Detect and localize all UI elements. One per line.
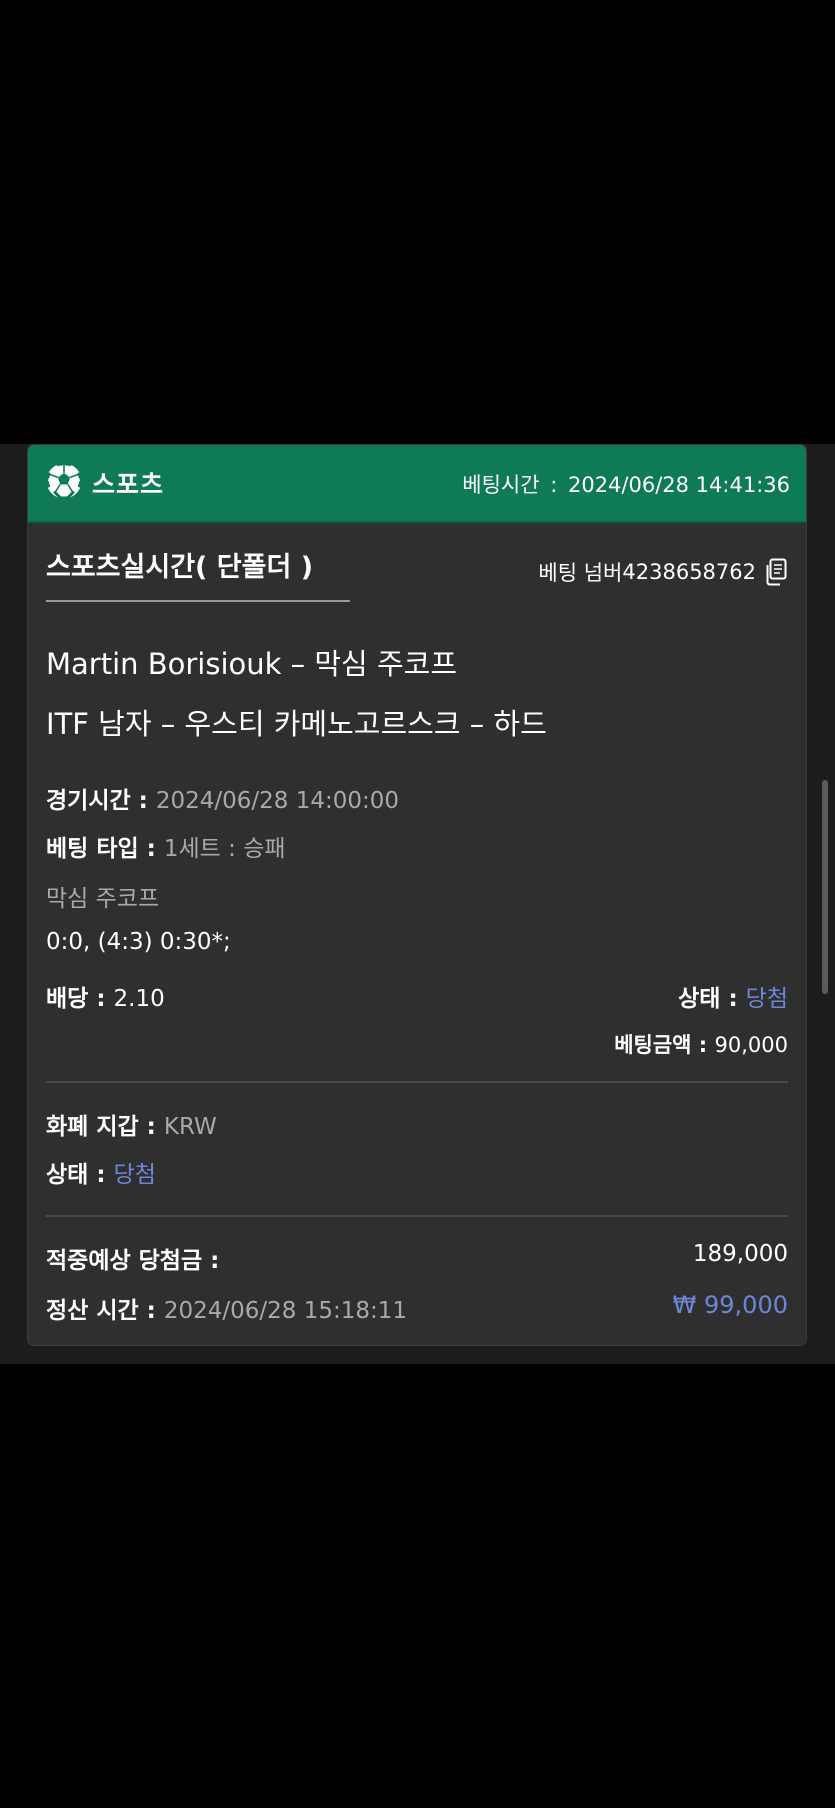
- bet-type-row: 베팅 타입 : 1세트 : 승패: [46, 829, 286, 863]
- bet-number: 베팅 넘버 4238658762: [538, 557, 788, 587]
- bet-slip-card: 스포츠 베팅시간 : 2024/06/28 14:41:36 스포츠실시간( 단…: [28, 445, 806, 1345]
- result-status-value: 당첨: [113, 1162, 156, 1188]
- pick-selection: 막심 주코프: [46, 886, 160, 912]
- soccer-ball-icon: [44, 461, 84, 500]
- odds-row: 배당 : 2.10: [46, 979, 165, 1013]
- bet-status-value: 당첨: [745, 986, 788, 1012]
- expected-winnings-row: 적중예상 당첨금 :: [46, 1241, 219, 1275]
- match-teams: Martin Borisiouk – 막심 주코프: [46, 647, 457, 681]
- game-time-value: 2024/06/28 14:00:00: [155, 788, 400, 814]
- bet-amount-label: 베팅금액 :: [614, 1033, 715, 1057]
- currency-value: KRW: [163, 1114, 217, 1140]
- bet-status-label: 상태 :: [678, 986, 746, 1012]
- score-info: 0:0, (4:3) 0:30*;: [46, 929, 231, 955]
- market-title: 스포츠실시간( 단폴더 ): [46, 552, 314, 583]
- category-title: 스포츠: [92, 470, 165, 499]
- bet-type-value: 1세트 : 승패: [163, 836, 286, 862]
- bet-number-value: 4238658762: [622, 560, 756, 584]
- settle-time-value: 2024/06/28 15:18:11: [163, 1298, 408, 1324]
- bet-time-value: 2024/06/28 14:41:36: [567, 473, 790, 497]
- expected-winnings-label: 적중예상 당첨금 :: [46, 1248, 220, 1274]
- settle-time-row: 정산 시간 : 2024/06/28 15:18:11: [46, 1291, 407, 1325]
- bet-amount-row: 베팅금액 : 90,000: [614, 1029, 788, 1059]
- card-header: 스포츠 베팅시간 : 2024/06/28 14:41:36: [28, 445, 806, 523]
- copy-icon[interactable]: [764, 558, 788, 586]
- market-title-underline: [46, 600, 350, 602]
- bet-number-label: 베팅 넘버: [538, 561, 623, 585]
- screen: 스포츠 베팅시간 : 2024/06/28 14:41:36 스포츠실시간( 단…: [0, 0, 835, 1808]
- bet-time-separator: :: [543, 473, 564, 497]
- game-time-label: 경기시간 :: [46, 788, 156, 814]
- bet-time-label: 베팅시간: [462, 473, 540, 497]
- settle-time-label: 정산 시간 :: [46, 1298, 164, 1324]
- match-league: ITF 남자 – 우스티 카메노고르스크 – 하드: [46, 707, 547, 741]
- profit-amount: ₩ 99,000: [672, 1291, 788, 1319]
- currency-label: 화폐 지갑 :: [46, 1114, 164, 1140]
- bet-time: 베팅시간 : 2024/06/28 14:41:36: [462, 469, 790, 499]
- bet-status-row: 상태 : 당첨: [678, 979, 788, 1013]
- bet-amount-value: 90,000: [714, 1033, 788, 1057]
- divider: [46, 1215, 788, 1217]
- expected-winnings-value: 189,000: [692, 1241, 788, 1267]
- result-status-label: 상태 :: [46, 1162, 114, 1188]
- odds-label: 배당 :: [46, 986, 114, 1012]
- currency-row: 화폐 지갑 : KRW: [46, 1107, 217, 1141]
- bet-type-label: 베팅 타입 :: [46, 836, 164, 862]
- odds-value: 2.10: [113, 986, 165, 1012]
- divider: [46, 1081, 788, 1083]
- result-status-row: 상태 : 당첨: [46, 1155, 156, 1189]
- scrollbar[interactable]: [822, 780, 828, 994]
- game-time-row: 경기시간 : 2024/06/28 14:00:00: [46, 781, 399, 815]
